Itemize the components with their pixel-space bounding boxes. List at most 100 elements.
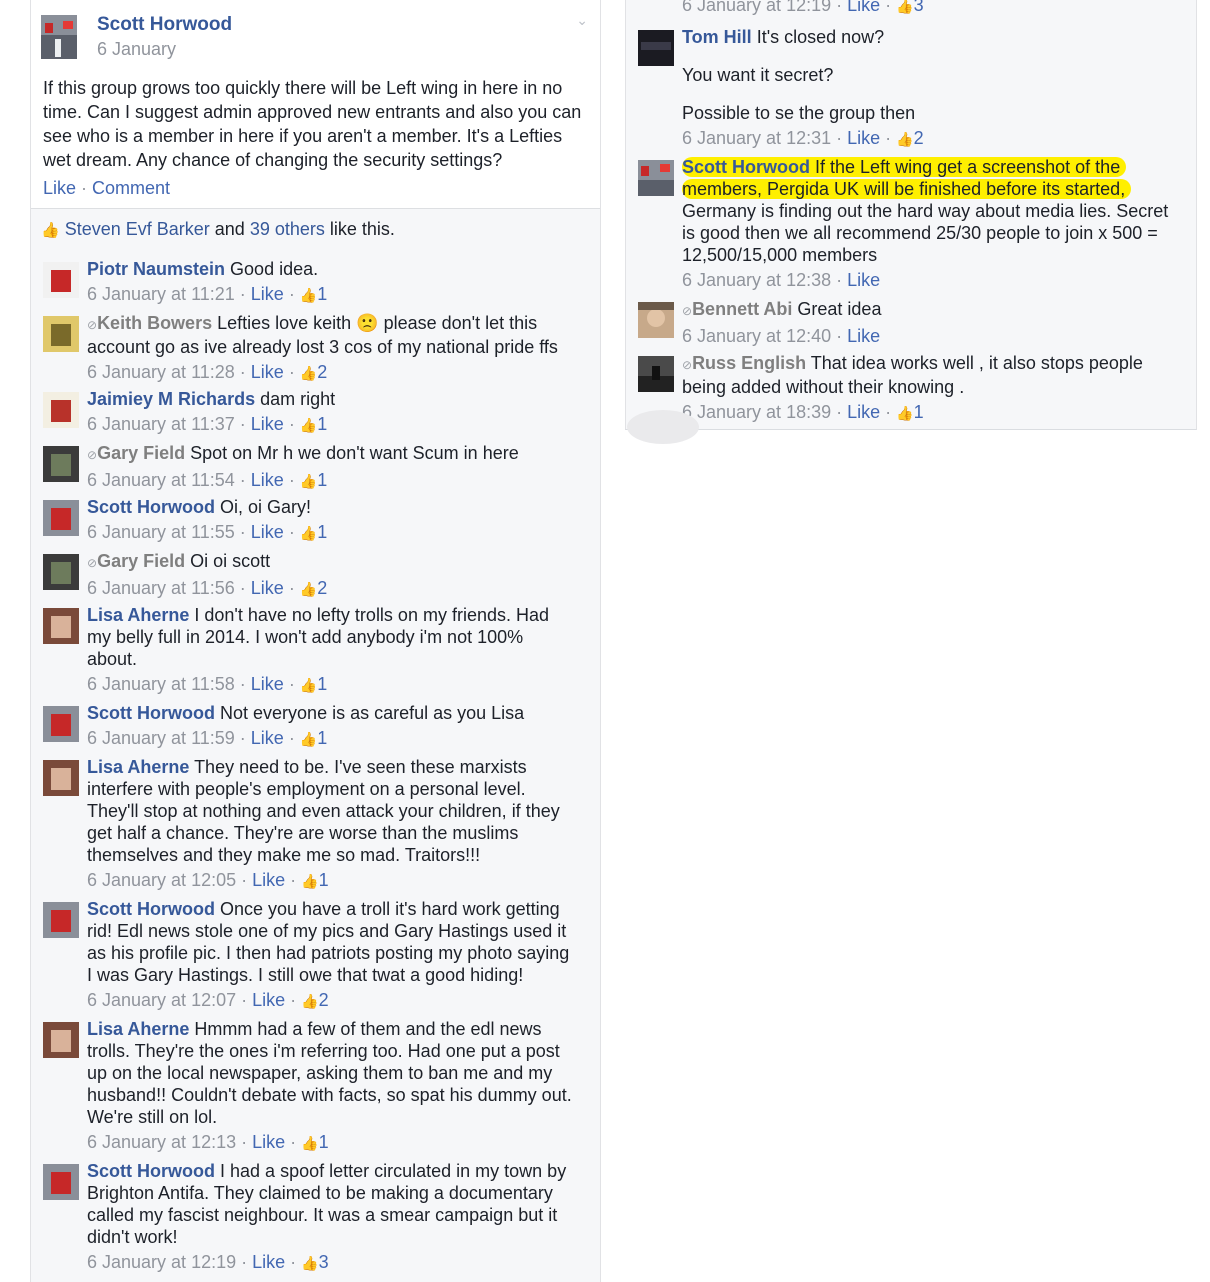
- like-count[interactable]: 1: [317, 284, 327, 304]
- comment-time[interactable]: 6 January at 12:19: [87, 1252, 236, 1272]
- avatar[interactable]: [41, 15, 77, 59]
- comment-author[interactable]: ⊘Gary Field: [87, 551, 185, 571]
- comment-time[interactable]: 6 January at 11:28: [87, 362, 235, 382]
- comment-like-button[interactable]: Like: [847, 326, 880, 346]
- like-count[interactable]: 2: [914, 128, 924, 148]
- avatar[interactable]: [43, 392, 79, 428]
- avatar[interactable]: [43, 316, 79, 352]
- like-count[interactable]: 3: [914, 0, 924, 15]
- like-count[interactable]: 1: [319, 1132, 329, 1152]
- comment-time[interactable]: 6 January at 11:59: [87, 728, 235, 748]
- comment-time[interactable]: 6 January at 12:13: [87, 1132, 236, 1152]
- comment-time[interactable]: 6 January at 11:55: [87, 522, 235, 542]
- comment-like-button[interactable]: Like: [252, 1252, 285, 1272]
- comment-like-button[interactable]: Like: [251, 578, 284, 598]
- comment-like-button[interactable]: Like: [251, 362, 284, 382]
- avatar[interactable]: [43, 1164, 79, 1200]
- comment-like-button[interactable]: Like: [251, 728, 284, 748]
- comment-author[interactable]: Scott Horwood: [682, 157, 810, 177]
- avatar[interactable]: [43, 262, 79, 298]
- author-name[interactable]: Piotr Naumstein: [87, 259, 225, 279]
- author-name[interactable]: Gary Field: [97, 443, 185, 463]
- comment-time[interactable]: 6 January at 11:54: [87, 470, 235, 490]
- comment-time[interactable]: 6 January at 18:39: [682, 402, 831, 422]
- comment-like-button[interactable]: Like: [847, 402, 880, 422]
- comment-author[interactable]: Jaimiey M Richards: [87, 389, 255, 409]
- comment-author[interactable]: Lisa Aherne: [87, 1019, 189, 1039]
- avatar[interactable]: [43, 1022, 79, 1058]
- avatar[interactable]: [638, 302, 674, 338]
- comment-like-button[interactable]: Like: [251, 414, 284, 434]
- comment-like-button[interactable]: Like: [251, 284, 284, 304]
- avatar[interactable]: [43, 706, 79, 742]
- comment-like-button[interactable]: Like: [251, 470, 284, 490]
- comment-button[interactable]: Comment: [92, 178, 170, 198]
- comment-author[interactable]: ⊘Keith Bowers: [87, 313, 212, 333]
- chevron-down-icon[interactable]: ⌄: [576, 12, 588, 29]
- comment-time[interactable]: 6 January at 12:19: [682, 0, 831, 15]
- like-count[interactable]: 1: [317, 414, 327, 434]
- like-count[interactable]: 3: [319, 1252, 329, 1272]
- author-name[interactable]: Scott Horwood: [87, 1161, 215, 1181]
- post-author[interactable]: Scott Horwood: [97, 14, 232, 36]
- author-name[interactable]: Jaimiey M Richards: [87, 389, 255, 409]
- comment-author[interactable]: Lisa Aherne: [87, 757, 189, 777]
- author-name[interactable]: Bennett Abi: [692, 299, 792, 319]
- like-count[interactable]: 1: [317, 674, 327, 694]
- comment-time[interactable]: 6 January at 12:38: [682, 270, 831, 290]
- like-count[interactable]: 1: [319, 870, 329, 890]
- author-name[interactable]: Keith Bowers: [97, 313, 212, 333]
- author-name[interactable]: Scott Horwood: [87, 899, 215, 919]
- comment-time[interactable]: 6 January at 11:56: [87, 578, 235, 598]
- like-button[interactable]: Like: [43, 178, 76, 198]
- author-name[interactable]: Lisa Aherne: [87, 757, 189, 777]
- comment-time[interactable]: 6 January at 12:31: [682, 128, 831, 148]
- avatar[interactable]: [43, 902, 79, 938]
- post-date[interactable]: 6 January: [97, 39, 176, 60]
- others-link[interactable]: 39 others: [250, 219, 325, 239]
- comment-like-button[interactable]: Like: [847, 128, 880, 148]
- avatar[interactable]: [43, 554, 79, 590]
- comment-like-button[interactable]: Like: [847, 0, 880, 15]
- comment-author[interactable]: ⊘Bennett Abi: [682, 299, 792, 319]
- author-name[interactable]: Lisa Aherne: [87, 605, 189, 625]
- avatar[interactable]: [43, 760, 79, 796]
- like-count[interactable]: 1: [317, 728, 327, 748]
- comment-like-button[interactable]: Like: [251, 674, 284, 694]
- author-name[interactable]: Russ English: [692, 353, 806, 373]
- author-name[interactable]: Scott Horwood: [87, 497, 215, 517]
- avatar[interactable]: [43, 500, 79, 536]
- comment-time[interactable]: 6 January at 12:05: [87, 870, 236, 890]
- comment-time[interactable]: 6 January at 11:58: [87, 674, 235, 694]
- author-name[interactable]: Lisa Aherne: [87, 1019, 189, 1039]
- comment-author[interactable]: Lisa Aherne: [87, 605, 189, 625]
- like-count[interactable]: 2: [317, 578, 327, 598]
- comment-time[interactable]: 6 January at 11:37: [87, 414, 235, 434]
- comment-author[interactable]: Scott Horwood: [87, 899, 215, 919]
- like-count[interactable]: 2: [317, 362, 327, 382]
- avatar[interactable]: [638, 356, 674, 392]
- comment-author[interactable]: Scott Horwood: [87, 497, 215, 517]
- author-name[interactable]: Scott Horwood: [87, 703, 215, 723]
- author-name[interactable]: Gary Field: [97, 551, 185, 571]
- liker-link[interactable]: Steven Evf Barker: [65, 219, 210, 239]
- comment-author[interactable]: Piotr Naumstein: [87, 259, 225, 279]
- comment-like-button[interactable]: Like: [251, 522, 284, 542]
- comment-author[interactable]: ⊘Gary Field: [87, 443, 185, 463]
- like-count[interactable]: 1: [317, 522, 327, 542]
- avatar[interactable]: [43, 446, 79, 482]
- avatar[interactable]: [43, 608, 79, 644]
- comment-author[interactable]: Tom Hill: [682, 27, 752, 47]
- comment-time[interactable]: 6 January at 12:40: [682, 326, 831, 346]
- avatar[interactable]: [638, 30, 674, 66]
- like-count[interactable]: 1: [317, 470, 327, 490]
- comment-like-button[interactable]: Like: [252, 990, 285, 1010]
- comment-author[interactable]: ⊘Russ English: [682, 353, 806, 373]
- like-count[interactable]: 1: [914, 402, 924, 422]
- comment-like-button[interactable]: Like: [252, 1132, 285, 1152]
- comment-author[interactable]: Scott Horwood: [87, 1161, 215, 1181]
- comment-time[interactable]: 6 January at 11:21: [87, 284, 235, 304]
- like-count[interactable]: 2: [319, 990, 329, 1010]
- avatar[interactable]: [638, 160, 674, 196]
- comment-time[interactable]: 6 January at 12:07: [87, 990, 236, 1010]
